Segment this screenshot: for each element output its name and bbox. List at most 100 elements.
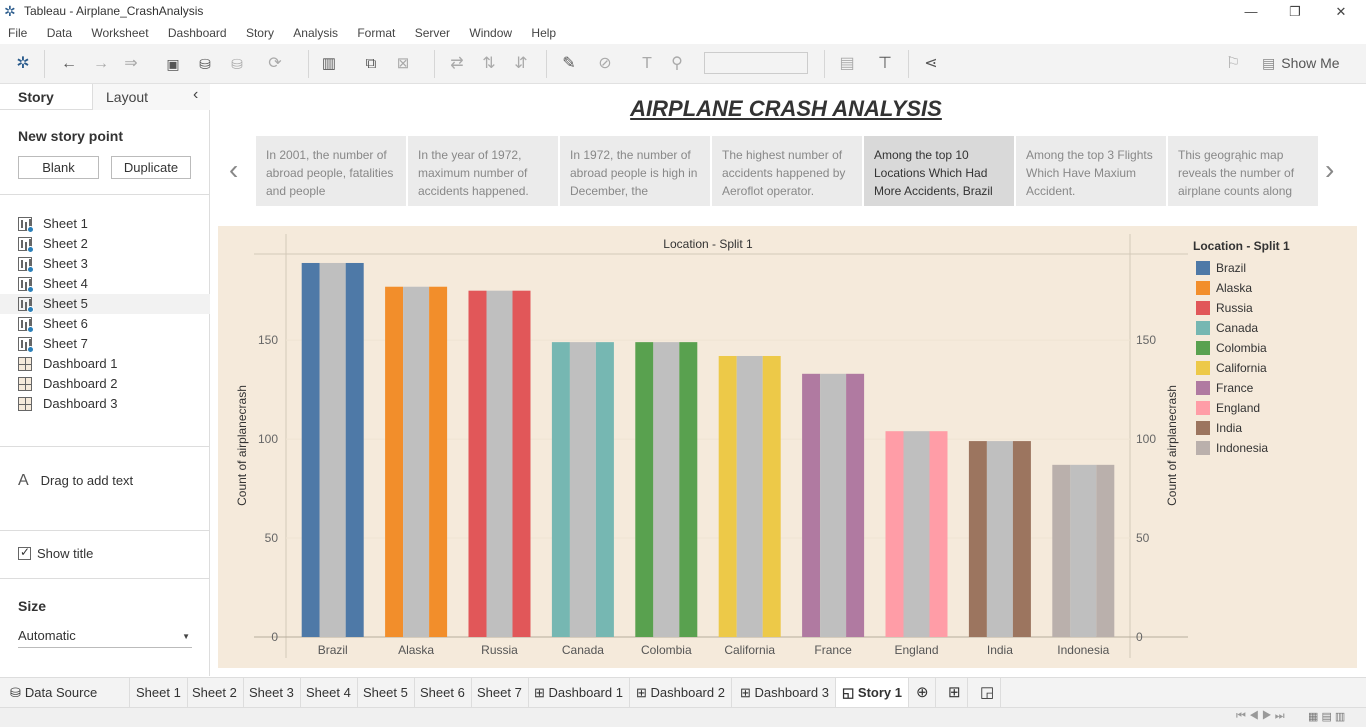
story-point-caption[interactable]: In 2001, the number of abroad people, fa… [256, 136, 406, 206]
sheet-item[interactable]: Sheet 5 [0, 294, 210, 314]
tab-sheet-4[interactable]: Sheet 4 [300, 678, 358, 708]
sheet-item[interactable]: Sheet 3 [0, 254, 210, 274]
presentation-mode-icon[interactable]: ⊤ [874, 53, 896, 75]
clear-sheet-icon[interactable]: ⊠ [392, 53, 414, 75]
menu-data[interactable]: Data [31, 24, 72, 40]
fit-width-dropdown[interactable] [704, 52, 808, 74]
fit-icon[interactable]: ▤ [836, 53, 858, 75]
refresh-icon[interactable]: ⟳ [264, 53, 286, 75]
replay-icon[interactable]: ⇒ [120, 53, 142, 75]
legend-item[interactable]: Canada [1196, 320, 1258, 336]
menu-analysis[interactable]: Analysis [277, 24, 338, 40]
story-point-caption[interactable]: In 1972, the number of abroad people is … [560, 136, 710, 206]
sheet-item[interactable]: Sheet 4 [0, 274, 210, 294]
sheet-item[interactable]: Sheet 2 [0, 234, 210, 254]
previous-point-arrow-icon[interactable]: ‹ [229, 154, 238, 186]
menu-server[interactable]: Server [399, 24, 450, 40]
sheet-item[interactable]: Sheet 1 [0, 214, 210, 234]
legend-item[interactable]: California [1196, 360, 1267, 376]
duplicate-button[interactable]: Duplicate [111, 156, 191, 179]
dashboard-item[interactable]: Dashboard 3 [0, 394, 210, 414]
tab-sheet-5[interactable]: Sheet 5 [357, 678, 415, 708]
legend-item[interactable]: England [1196, 400, 1260, 416]
legend-label: Brazil [1216, 261, 1247, 275]
menu-dashboard[interactable]: Dashboard [152, 24, 227, 40]
pin-icon[interactable]: ⚐ [1222, 53, 1244, 75]
next-point-arrow-icon[interactable]: › [1325, 154, 1334, 186]
close-button[interactable]: ✕ [1318, 2, 1364, 22]
sheet-item[interactable]: Sheet 6 [0, 314, 210, 334]
show-mark-labels-icon[interactable]: T [636, 53, 658, 75]
legend-item[interactable]: Russia [1196, 300, 1253, 316]
tab-sheet-2[interactable]: Sheet 2 [186, 678, 244, 708]
show-title-checkbox[interactable]: Show title [18, 545, 93, 561]
story-icon: ◱ [842, 685, 858, 700]
new-worksheet-tab-icon[interactable]: ⊕ [910, 678, 936, 708]
tab-dashboard-2[interactable]: ⊞ Dashboard 2 [630, 678, 732, 708]
menu-help[interactable]: Help [515, 24, 556, 40]
highlight-icon[interactable]: ✎ [558, 53, 580, 75]
view-mode-icon[interactable]: ▦ ▤ ▥ [1308, 710, 1345, 723]
sort-ascending-icon[interactable]: ⇅ [478, 53, 500, 75]
story-point-caption[interactable]: In the year of 1972, maximum number of a… [408, 136, 558, 206]
used-check-icon [27, 346, 34, 353]
tab-layout[interactable]: Layout [106, 89, 148, 105]
tab-layout-container[interactable]: Layout ‹ [92, 84, 210, 110]
tab-dashboard-1[interactable]: ⊞ Dashboard 1 [528, 678, 630, 708]
tab-story[interactable]: Story [18, 89, 54, 105]
collapse-panel-icon[interactable]: ‹ [193, 86, 198, 104]
tableau-home-icon[interactable]: ✲ [12, 53, 34, 75]
new-data-source-icon[interactable]: ⛁ [194, 53, 216, 75]
save-icon[interactable]: ▣ [162, 53, 184, 75]
tab-data-source[interactable]: ⛁ Data Source [0, 678, 130, 708]
tab-story-1[interactable]: ◱ Story 1 [836, 678, 909, 708]
bar-left [385, 286, 404, 637]
pause-updates-icon[interactable]: ⛁ [226, 53, 248, 75]
tab-navigation-icon[interactable]: ⏮ ◀ ▶ ⏭ [1236, 710, 1285, 723]
legend-item[interactable]: India [1196, 420, 1242, 436]
fix-axes-icon[interactable]: ⚲ [666, 53, 688, 75]
legend-item[interactable]: France [1196, 380, 1253, 396]
share-icon[interactable]: ⋖ [920, 53, 942, 75]
sheet-item[interactable]: Sheet 7 [0, 334, 210, 354]
restore-button[interactable]: ❐ [1272, 2, 1318, 22]
legend-item[interactable]: Colombia [1196, 340, 1267, 356]
drag-to-add-text[interactable]: A Drag to add text [18, 472, 133, 490]
story-point-caption[interactable]: Among the top 3 Flights Which Have Maxiu… [1016, 136, 1166, 206]
show-me-button[interactable]: ▤ Show Me [1262, 55, 1340, 72]
size-dropdown[interactable]: Automatic ▼ [18, 628, 192, 648]
legend-item[interactable]: Brazil [1196, 260, 1246, 276]
duplicate-sheet-icon[interactable]: ⧉ [360, 53, 382, 75]
group-members-icon[interactable]: ⊘ [594, 53, 616, 75]
story-point-caption[interactable]: The highest number of accidents happened… [712, 136, 862, 206]
new-dashboard-tab-icon[interactable]: ⊞ [942, 678, 968, 708]
tab-dashboard-3[interactable]: ⊞ Dashboard 3 [734, 678, 836, 708]
dashboard-item[interactable]: Dashboard 2 [0, 374, 210, 394]
redo-icon[interactable]: → [90, 53, 112, 75]
blank-button[interactable]: Blank [18, 156, 99, 179]
new-story-tab-icon[interactable]: ◲ [974, 678, 1002, 708]
story-point-caption[interactable]: This geogrąhic map reveals the number of… [1168, 136, 1318, 206]
new-worksheet-icon[interactable]: ▥ [318, 53, 340, 75]
tab-sheet-1[interactable]: Sheet 1 [130, 678, 188, 708]
dashboard-icon: ⊞ [534, 685, 549, 700]
dashboard-item[interactable]: Dashboard 1 [0, 354, 210, 374]
y-tick-label-right: 100 [1136, 432, 1156, 446]
tab-sheet-7[interactable]: Sheet 7 [471, 678, 529, 708]
tab-sheet-6[interactable]: Sheet 6 [414, 678, 472, 708]
legend-label: Indonesia [1216, 441, 1269, 455]
story-point-caption-active[interactable]: Among the top 10 Locations Which Had Mor… [864, 136, 1014, 206]
menu-story[interactable]: Story [230, 24, 274, 40]
undo-icon[interactable]: ← [58, 53, 80, 75]
legend-item[interactable]: Alaska [1196, 280, 1252, 296]
menu-file[interactable]: File [0, 24, 27, 40]
sort-descending-icon[interactable]: ⇵ [510, 53, 532, 75]
menu-window[interactable]: Window [453, 24, 512, 40]
checkbox-checked-icon[interactable] [18, 545, 31, 560]
menu-worksheet[interactable]: Worksheet [75, 24, 148, 40]
tab-sheet-3[interactable]: Sheet 3 [243, 678, 301, 708]
menu-format[interactable]: Format [341, 24, 395, 40]
legend-item[interactable]: Indonesia [1196, 440, 1268, 456]
minimize-button[interactable]: — [1228, 2, 1274, 22]
swap-rows-columns-icon[interactable]: ⇄ [446, 53, 468, 75]
